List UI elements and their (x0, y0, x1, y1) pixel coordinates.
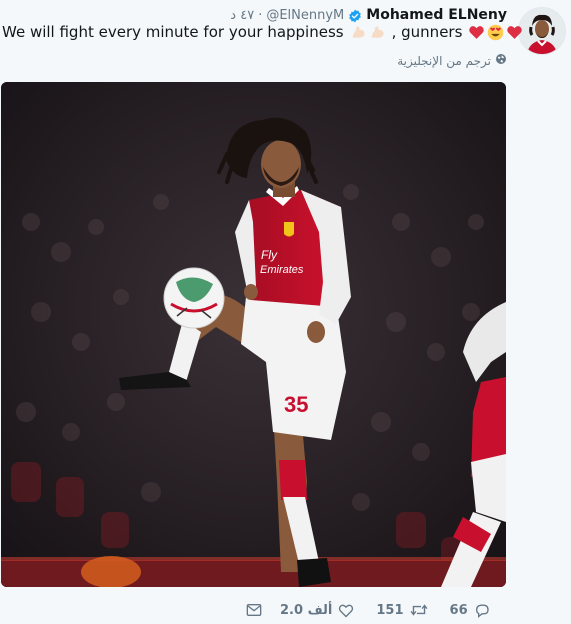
club-crest-icon (284, 222, 294, 237)
retweet-count: 151 (376, 602, 404, 618)
shirt-sponsor-line2: Emirates (260, 264, 304, 276)
heart-icon (338, 603, 354, 618)
avatar[interactable] (518, 7, 566, 55)
translate-link[interactable]: ترجم من الإنجليزية (397, 53, 507, 68)
translate-label: ترجم من الإنجليزية (397, 53, 491, 68)
tweet-header: ٤٧ د · @ElNennyM Mohamed ELNeny (230, 6, 507, 24)
shirt-sponsor-line1: Fly (261, 248, 278, 262)
retweet-icon (410, 603, 428, 617)
tweet-text-main: We will fight every minute for your happ… (2, 23, 344, 41)
tweet-text-end: , gunners (391, 23, 463, 41)
tweet-actions: 2.0 ألف 151 66 (246, 600, 490, 620)
tweet-photo[interactable]: 35 Fly Emirates (1, 82, 506, 587)
heart-eyes-emoji-icon (487, 24, 504, 41)
user-handle[interactable]: @ElNennyM (266, 8, 344, 23)
mail-icon (246, 603, 262, 617)
dm-button[interactable] (246, 603, 262, 617)
tweet-time[interactable]: ٤٧ د (230, 8, 254, 23)
red-heart-emoji-icon (506, 24, 523, 41)
tweet-text: We will fight every minute for your happ… (2, 23, 523, 41)
red-heart-emoji-icon (468, 24, 485, 41)
reply-count: 66 (449, 602, 468, 618)
retweet-button[interactable]: 151 (376, 602, 428, 618)
flexed-biceps-emoji-icon (369, 24, 386, 41)
reply-button[interactable]: 66 (450, 603, 490, 618)
like-button[interactable]: 2.0 ألف (280, 603, 354, 618)
like-count: 2.0 ألف (280, 602, 333, 618)
globe-icon (495, 53, 507, 68)
user-display-name[interactable]: Mohamed ELNeny (366, 7, 507, 23)
flexed-biceps-emoji-icon (350, 24, 367, 41)
shorts-number: 35 (284, 392, 308, 417)
reply-icon (474, 603, 490, 618)
tweet-container: ٤٧ د · @ElNennyM Mohamed ELNeny We will … (0, 0, 571, 624)
verified-badge-icon (348, 8, 362, 23)
separator-dot: · (258, 7, 263, 23)
